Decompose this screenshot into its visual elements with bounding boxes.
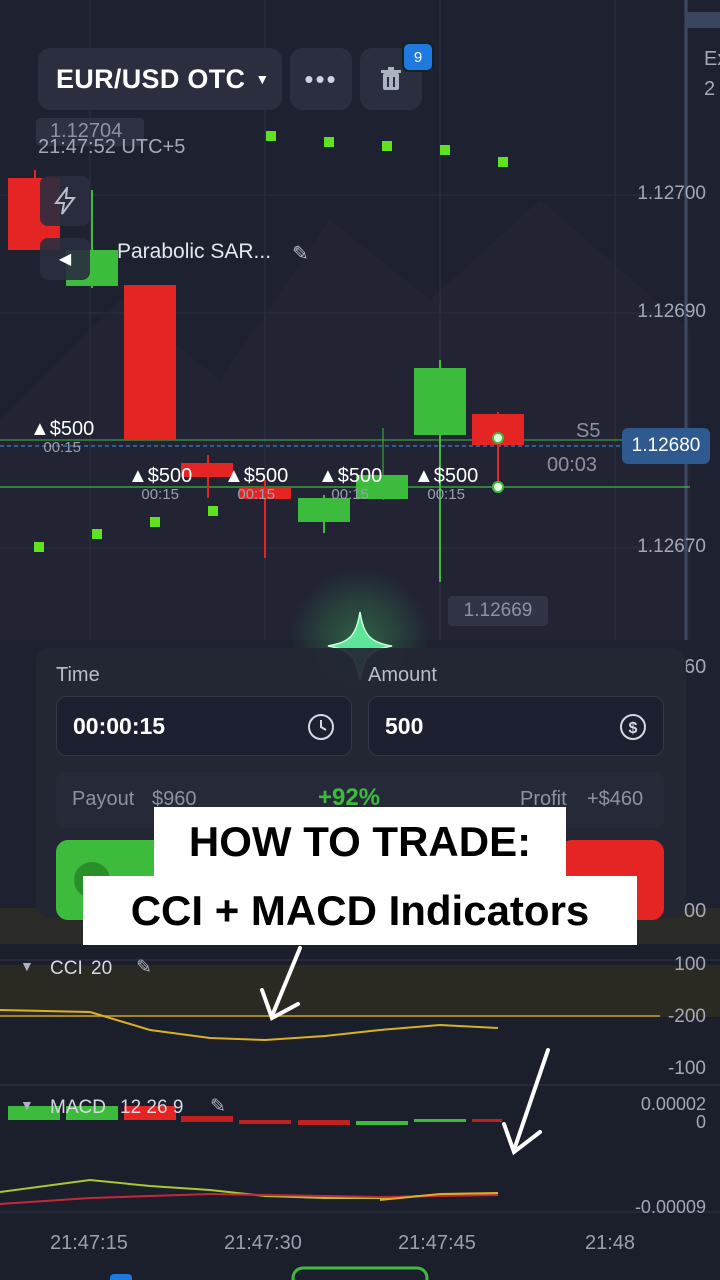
time-axis-label: 21:47:45 — [398, 1232, 476, 1254]
lightning-icon — [54, 187, 76, 215]
cci-period: 20 — [91, 958, 113, 979]
ellipsis-icon: ••• — [304, 63, 338, 94]
trade-marker: ▲$500 00:15 — [30, 418, 95, 456]
chevron-left-icon: ◀ — [58, 251, 72, 268]
price-axis-label: 1.12690 — [637, 301, 706, 322]
trade-marker: ▲$500 00:15 — [224, 465, 289, 503]
amount-field[interactable]: 500 $ — [368, 696, 664, 756]
cci-level: -100 — [667, 1058, 706, 1079]
caption-line-2: CCI + MACD Indicators — [83, 876, 637, 945]
macd-collapse-icon[interactable]: ▼ — [20, 1097, 34, 1113]
more-options-button[interactable]: ••• — [290, 48, 352, 110]
cci-level: 100 — [674, 954, 706, 975]
cci-level: -200 — [667, 1006, 706, 1027]
payout-label: Payout — [72, 788, 135, 810]
macd-params: 12 26 9 — [120, 1097, 184, 1118]
time-axis-label: 21:47:30 — [224, 1232, 302, 1254]
trash-icon — [381, 67, 401, 90]
notification-badge: 9 — [402, 42, 434, 72]
macd-level: -0.00009 — [634, 1197, 706, 1217]
time-value: 00:00:15 — [73, 712, 166, 739]
asset-selector[interactable]: EUR/USD OTC ▼ — [38, 48, 282, 110]
macd-level: 0 — [695, 1112, 706, 1132]
collapse-indicators-button[interactable]: ◀ — [40, 238, 90, 280]
current-price-badge: 1.12680 — [622, 428, 710, 464]
time-label: Time — [56, 664, 100, 686]
trade-marker: ▲$500 00:15 — [128, 465, 193, 503]
timeframe-label: S5 — [576, 420, 601, 442]
cci-collapse-icon[interactable]: ▼ — [20, 958, 34, 974]
trade-marker: ▲$500 00:15 — [318, 465, 383, 503]
macd-label: MACD — [50, 1097, 106, 1118]
edit-cci-icon[interactable]: ✎ — [136, 956, 152, 979]
chart-clock: 21:47:52 UTC+5 — [38, 136, 186, 158]
dollar-icon: $ — [620, 714, 646, 740]
amount-value: 500 — [385, 712, 424, 739]
caption-line-1: HOW TO TRADE: — [154, 807, 566, 877]
time-axis-label: 21:47:15 — [50, 1232, 128, 1254]
profit-value: +$460 — [587, 788, 644, 810]
candle-countdown: 00:03 — [547, 454, 598, 476]
edit-indicator-icon[interactable]: ✎ — [292, 241, 309, 266]
chart-canvas[interactable] — [0, 0, 720, 1280]
svg-text:$: $ — [629, 720, 638, 737]
side-label: 60 — [684, 656, 707, 678]
quick-trade-button[interactable] — [40, 176, 90, 226]
trade-marker: ▲$500 00:15 — [414, 465, 479, 503]
amount-label: Amount — [368, 664, 437, 686]
chevron-down-icon: ▼ — [255, 71, 270, 87]
side-number: 00 — [684, 900, 707, 922]
time-field[interactable]: 00:00:15 — [56, 696, 352, 756]
asset-pair-label: EUR/USD OTC — [56, 63, 246, 94]
low-price-label: 1.12669 — [448, 596, 548, 626]
price-axis-label: 1.12670 — [637, 536, 706, 557]
price-axis-label: 1.12700 — [637, 183, 706, 204]
edit-macd-icon[interactable]: ✎ — [210, 1095, 226, 1118]
indicator-name: Parabolic SAR... — [117, 240, 272, 263]
expiry-value: 2 — [704, 78, 716, 100]
cci-label: CCI — [50, 958, 83, 979]
expiry-label: Ex — [704, 48, 720, 70]
clock-icon — [308, 714, 334, 740]
time-axis-label: 21:48 — [585, 1232, 636, 1254]
